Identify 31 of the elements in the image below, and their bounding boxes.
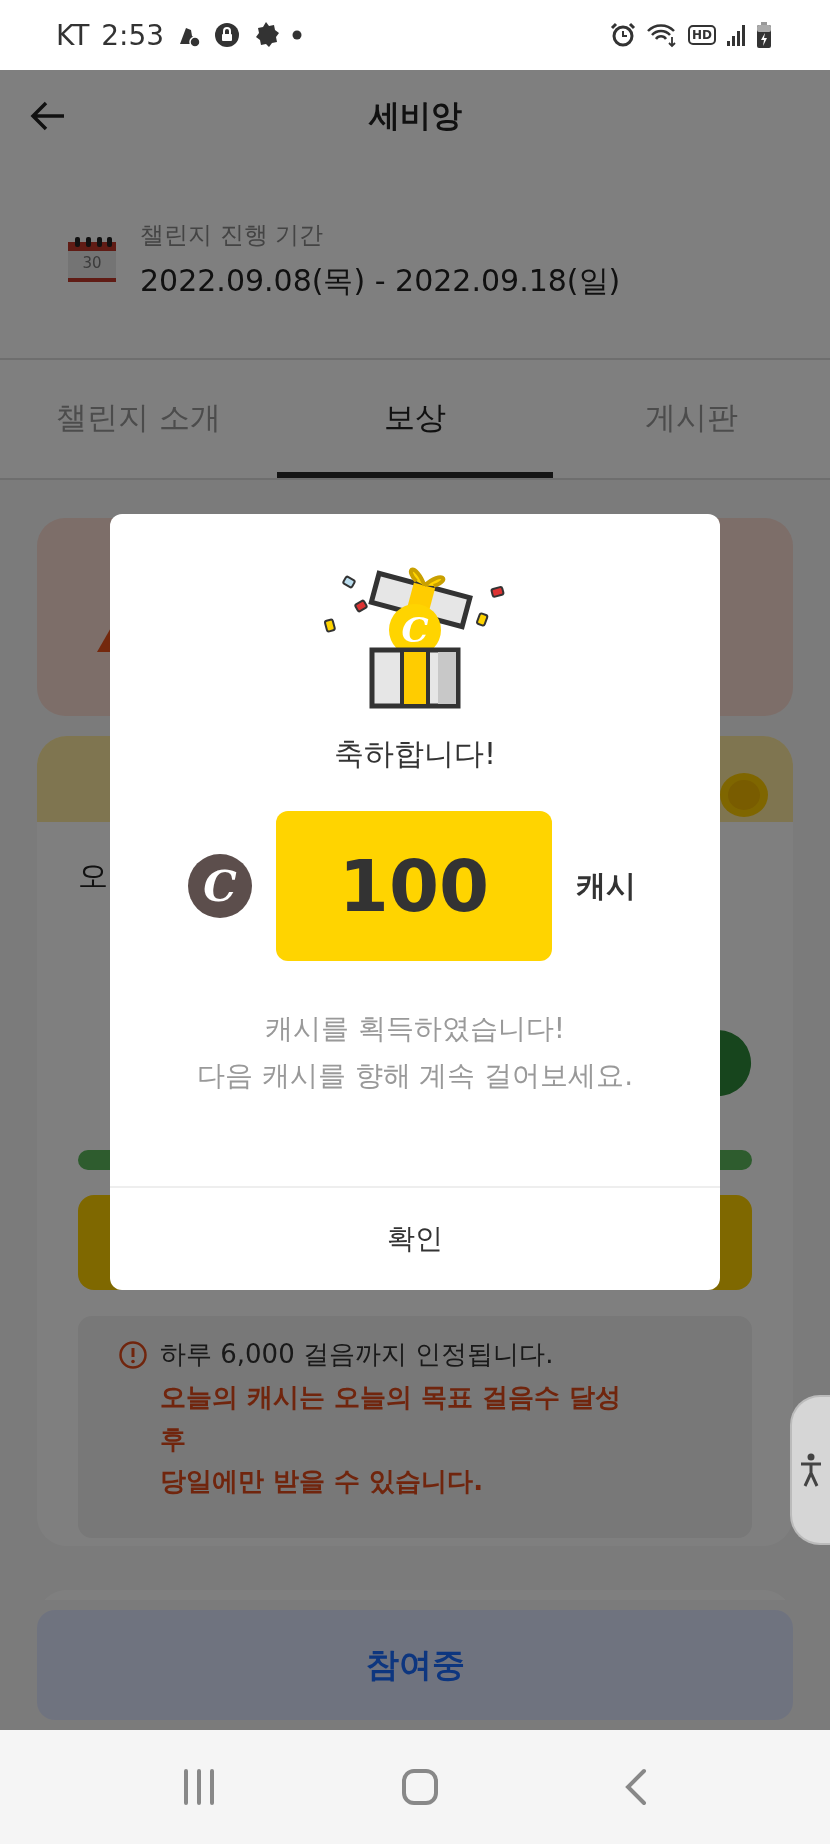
accessibility-handle[interactable] [790,1395,830,1545]
home-icon[interactable] [401,1768,439,1806]
battery-icon [756,21,772,49]
unit-label: 캐시 [576,866,636,905]
confirm-button[interactable]: 확인 [110,1188,720,1290]
carrier-label: KT [56,18,90,52]
tab[interactable]: 보상 [276,360,554,478]
back-icon[interactable] [623,1768,648,1806]
reward-amount: 100 [276,811,552,961]
alarm-icon [610,22,636,48]
card-title: 오 [78,858,108,893]
period-dates: 2022.09.08(목) - 2022.09.18(일) [140,261,621,300]
signal-icon [726,23,746,47]
recent-apps-icon[interactable] [182,1769,217,1805]
gift-drawing: C [322,558,508,710]
notice-text: 하루 6,000 걸음까지 인정됩니다. [160,1338,555,1371]
dialog-heading: 축하합니다! [334,735,496,773]
clock-time: 2:53 [101,18,165,52]
join-button[interactable]: 참여중 [37,1610,793,1720]
accessibility-icon [800,1453,822,1487]
hd-voice-icon: HD [688,25,716,45]
warning-text: 오늘의 캐시는 오늘의 목표 걸음수 달성 후 당일에만 받을 수 있습니다. [160,1381,622,1498]
cash-coin-icon: C [188,854,252,918]
info-icon [118,1340,148,1370]
period-label: 챌린지 진행 기간 [140,219,325,251]
dialog-message: 캐시를 획득하였습니다! 다음 캐시를 향해 계속 걸어보세요. [196,1011,634,1094]
lock-app-icon [214,22,241,48]
wifi-icon [646,22,678,48]
notification-dot-icon [292,30,303,40]
coin-icon [719,772,769,818]
page-title: 세비앙 [368,97,462,133]
